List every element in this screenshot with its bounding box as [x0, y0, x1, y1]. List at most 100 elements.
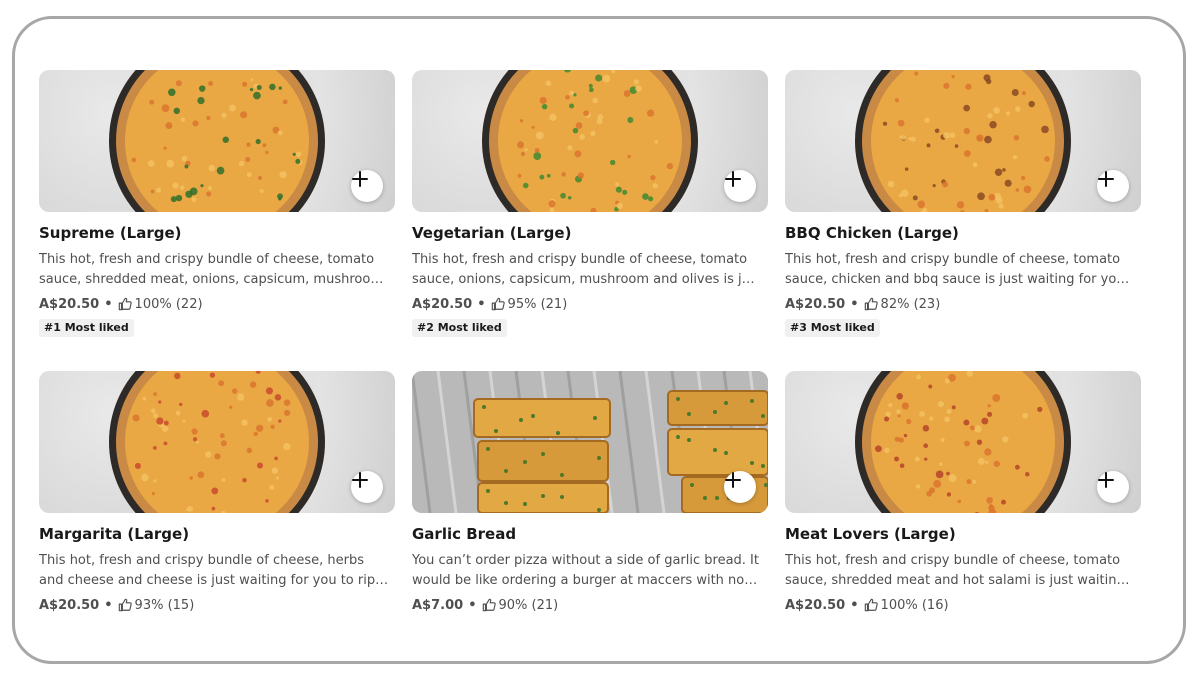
topping — [954, 144, 959, 148]
topping — [232, 388, 238, 394]
topping — [596, 118, 603, 125]
topping — [221, 478, 226, 482]
topping — [899, 463, 905, 469]
topping — [592, 97, 599, 104]
topping — [221, 112, 227, 118]
herb-flake — [597, 508, 601, 512]
topping — [522, 182, 529, 189]
menu-item-card[interactable]: Meat Lovers (Large) This hot, fresh and … — [785, 371, 1141, 672]
topping — [250, 78, 254, 82]
topping — [963, 419, 970, 426]
badge-wrap: #2 Most liked — [412, 314, 768, 337]
item-image[interactable] — [39, 371, 395, 513]
topping — [253, 431, 258, 437]
plus-icon — [352, 472, 368, 488]
bread-slice — [477, 440, 609, 482]
topping — [940, 437, 945, 442]
topping — [989, 121, 997, 129]
topping — [208, 186, 212, 191]
item-rating: 95% (21) — [507, 296, 568, 312]
item-image[interactable] — [785, 70, 1141, 212]
topping — [172, 182, 179, 189]
menu-item-card[interactable]: Vegetarian (Large) This hot, fresh and c… — [412, 70, 768, 371]
topping — [951, 405, 956, 410]
menu-item-card[interactable]: Supreme (Large) This hot, fresh and cris… — [39, 70, 395, 371]
item-title[interactable]: Garlic Bread — [412, 525, 768, 543]
item-price: A$20.50 — [412, 296, 473, 312]
topping — [1015, 188, 1020, 192]
herb-flake — [715, 496, 719, 500]
menu-item-card[interactable]: Margarita (Large) This hot, fresh and cr… — [39, 371, 395, 672]
herb-flake — [713, 448, 717, 452]
topping — [270, 424, 275, 430]
topping — [894, 436, 900, 442]
item-title[interactable]: Supreme (Large) — [39, 224, 395, 242]
herb-flake — [761, 414, 765, 418]
topping — [977, 136, 982, 142]
topping — [246, 447, 253, 454]
item-description: This hot, fresh and crispy bundle of che… — [39, 553, 376, 588]
add-to-cart-button[interactable] — [1097, 471, 1129, 503]
topping — [944, 416, 951, 423]
topping — [206, 115, 211, 121]
topping — [149, 99, 155, 105]
topping — [195, 440, 199, 444]
item-title[interactable]: BBQ Chicken (Large) — [785, 224, 1141, 242]
add-to-cart-button[interactable] — [724, 170, 756, 202]
topping — [229, 405, 233, 409]
topping — [884, 416, 890, 422]
item-price: A$20.50 — [39, 296, 100, 312]
item-image[interactable] — [39, 70, 395, 212]
herb-flake — [519, 418, 523, 422]
topping — [993, 106, 1001, 114]
topping — [279, 171, 287, 179]
menu-item-card[interactable]: BBQ Chicken (Large) This hot, fresh and … — [785, 70, 1141, 371]
topping — [602, 74, 611, 83]
plus-icon — [352, 171, 368, 187]
topping — [934, 128, 940, 134]
item-meta: A$7.00 • 90% (21) — [412, 595, 768, 615]
topping — [200, 184, 204, 188]
thumbs-up-icon — [482, 598, 496, 612]
topping — [966, 479, 972, 485]
topping — [922, 425, 930, 432]
topping — [928, 384, 933, 389]
topping — [577, 172, 584, 179]
item-title[interactable]: Margarita (Large) — [39, 525, 395, 543]
topping — [1005, 111, 1011, 116]
item-rating: 90% (21) — [498, 597, 559, 613]
item-price: A$7.00 — [412, 597, 464, 613]
add-to-cart-button[interactable] — [351, 170, 383, 202]
topping — [546, 173, 551, 178]
item-image[interactable] — [412, 371, 768, 513]
topping — [179, 185, 185, 190]
topping — [894, 456, 900, 462]
topping — [946, 492, 952, 497]
topping — [1028, 100, 1035, 108]
topping — [623, 90, 631, 97]
menu-item-card[interactable]: Garlic Bread You can’t order pizza witho… — [412, 371, 768, 672]
add-to-cart-button[interactable] — [351, 471, 383, 503]
topping — [246, 172, 252, 178]
item-description: This hot, fresh and crispy bundle of che… — [785, 553, 1125, 588]
add-to-cart-button[interactable] — [1097, 170, 1129, 202]
topping — [963, 150, 971, 157]
topping — [884, 447, 890, 454]
herb-flake — [724, 451, 728, 455]
topping — [924, 117, 930, 123]
item-title[interactable]: Vegetarian (Large) — [412, 224, 768, 242]
topping — [937, 401, 944, 408]
topping — [569, 103, 575, 109]
topping — [949, 132, 956, 139]
topping — [615, 182, 620, 187]
item-image[interactable] — [412, 70, 768, 212]
most-liked-badge: #2 Most liked — [412, 319, 507, 337]
topping — [976, 439, 983, 445]
item-image[interactable] — [785, 371, 1141, 513]
item-title[interactable]: Meat Lovers (Large) — [785, 525, 1141, 543]
item-meta: A$20.50 • 100% (22) — [39, 294, 395, 314]
topping — [567, 195, 572, 200]
topping — [1021, 91, 1026, 96]
topping — [170, 196, 177, 203]
add-to-cart-button[interactable] — [724, 471, 756, 503]
